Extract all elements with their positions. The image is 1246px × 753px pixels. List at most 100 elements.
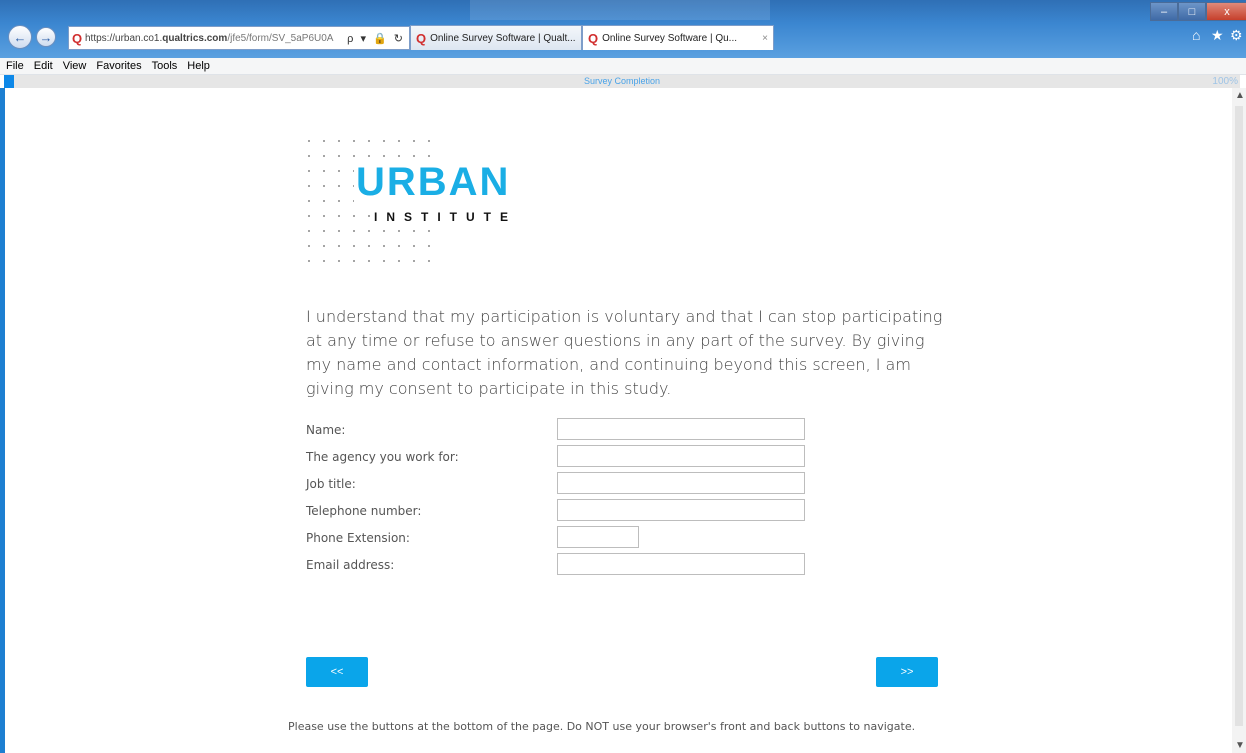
logo-dot (413, 245, 415, 247)
address-tools-icons[interactable]: ρ ▾ 🔒 ↻ (347, 32, 409, 45)
menu-edit[interactable]: Edit (34, 60, 53, 72)
logo-dot (353, 245, 355, 247)
logo-dot (428, 230, 430, 232)
logo-dot (323, 170, 325, 172)
address-bar[interactable]: Q https://urban.co1.qualtrics.com/jfe5/f… (68, 26, 410, 50)
logo-dot (428, 140, 430, 142)
logo-dot (308, 245, 310, 247)
telephone-input[interactable] (557, 499, 805, 521)
tab-survey-2[interactable]: Q Online Survey Software | Qu... × (582, 25, 774, 50)
scroll-down-icon[interactable]: ▼ (1235, 740, 1245, 751)
close-window-icon[interactable]: x (1206, 2, 1246, 21)
logo-dot (353, 230, 355, 232)
logo-dot (428, 155, 430, 157)
logo-dot (323, 260, 325, 262)
menu-tools[interactable]: Tools (152, 60, 178, 72)
menu-file[interactable]: File (6, 60, 24, 72)
email-row: Email address: (306, 553, 816, 577)
tab-label: Online Survey Software | Qualt... (430, 32, 576, 44)
logo-dot (308, 170, 310, 172)
logo-dot (353, 260, 355, 262)
window-controls: – □ x (1150, 2, 1246, 21)
logo-dot (323, 245, 325, 247)
address-url[interactable]: https://urban.co1.qualtrics.com/jfe5/for… (85, 33, 347, 44)
logo-dot (353, 155, 355, 157)
tab-label: Online Survey Software | Qu... (602, 32, 738, 44)
progress-percent: 100% (1212, 76, 1238, 87)
email-label: Email address: (306, 558, 395, 572)
forward-nav-icon[interactable]: → (36, 27, 56, 47)
logo-dot (383, 230, 385, 232)
logo-dot (338, 140, 340, 142)
telephone-row: Telephone number: (306, 499, 816, 523)
name-row: Name: (306, 418, 816, 442)
scroll-up-icon[interactable]: ▲ (1235, 90, 1245, 101)
menu-help[interactable]: Help (187, 60, 210, 72)
agency-input[interactable] (557, 445, 805, 467)
minimize-icon[interactable]: – (1150, 2, 1178, 21)
logo-dot (323, 185, 325, 187)
logo-dot (413, 260, 415, 262)
logo-dot (368, 215, 370, 217)
logo-dot (428, 245, 430, 247)
logo-dot (338, 230, 340, 232)
name-input[interactable] (557, 418, 805, 440)
tab-survey-1[interactable]: Q Online Survey Software | Qualt... (410, 25, 582, 50)
previous-button[interactable]: << (306, 657, 368, 687)
logo-dot (368, 260, 370, 262)
menu-favorites[interactable]: Favorites (96, 60, 141, 72)
logo-dot (398, 155, 400, 157)
telephone-label: Telephone number: (306, 504, 422, 518)
vertical-scrollbar[interactable]: ▲ ▼ (1232, 88, 1246, 753)
logo-dot (308, 155, 310, 157)
home-icon[interactable]: ⌂ (1192, 27, 1200, 43)
logo-dot (308, 200, 310, 202)
job-title-label: Job title: (306, 477, 356, 491)
logo-dot (383, 260, 385, 262)
logo-dot (308, 215, 310, 217)
logo-dot (338, 245, 340, 247)
tab-close-icon[interactable]: × (762, 33, 773, 44)
logo-dot (353, 215, 355, 217)
logo-dot (383, 245, 385, 247)
menu-view[interactable]: View (63, 60, 87, 72)
logo-dot (398, 140, 400, 142)
logo-urban-text: URBAN (354, 160, 513, 204)
email-input[interactable] (557, 553, 805, 575)
logo-dot (323, 215, 325, 217)
logo-dot (338, 185, 340, 187)
logo-dot (323, 140, 325, 142)
scrollbar-thumb[interactable] (1235, 106, 1243, 726)
title-bar (470, 0, 770, 20)
back-nav-icon[interactable]: ← (8, 25, 32, 49)
qualtrics-favicon-icon: Q (416, 30, 427, 46)
logo-dot (413, 140, 415, 142)
logo-dot (398, 245, 400, 247)
logo-dot (338, 155, 340, 157)
left-edge (0, 88, 5, 753)
footer-note: Please use the buttons at the bottom of … (288, 720, 916, 733)
logo-dot (323, 230, 325, 232)
maximize-icon[interactable]: □ (1178, 2, 1206, 21)
logo-dot (308, 230, 310, 232)
next-button[interactable]: >> (876, 657, 938, 687)
urban-institute-logo: URBAN INSTITUTE (308, 140, 538, 275)
progress-label: Survey Completion (583, 76, 661, 86)
logo-dot (383, 140, 385, 142)
name-label: Name: (306, 423, 346, 437)
settings-gear-icon[interactable]: ⚙ (1230, 27, 1243, 44)
logo-dot (338, 200, 340, 202)
qualtrics-favicon-icon: Q (588, 30, 599, 46)
logo-dot (368, 230, 370, 232)
agency-row: The agency you work for: (306, 445, 816, 469)
logo-dot (323, 155, 325, 157)
consent-text: I understand that my participation is vo… (306, 307, 943, 398)
logo-dot (308, 260, 310, 262)
logo-dot (368, 140, 370, 142)
logo-dot (338, 170, 340, 172)
url-domain: qualtrics.com (162, 32, 228, 44)
extension-input[interactable] (557, 526, 639, 548)
favorites-star-icon[interactable]: ★ (1211, 27, 1224, 44)
qualtrics-favicon-icon: Q (71, 30, 83, 46)
job-title-input[interactable] (557, 472, 805, 494)
